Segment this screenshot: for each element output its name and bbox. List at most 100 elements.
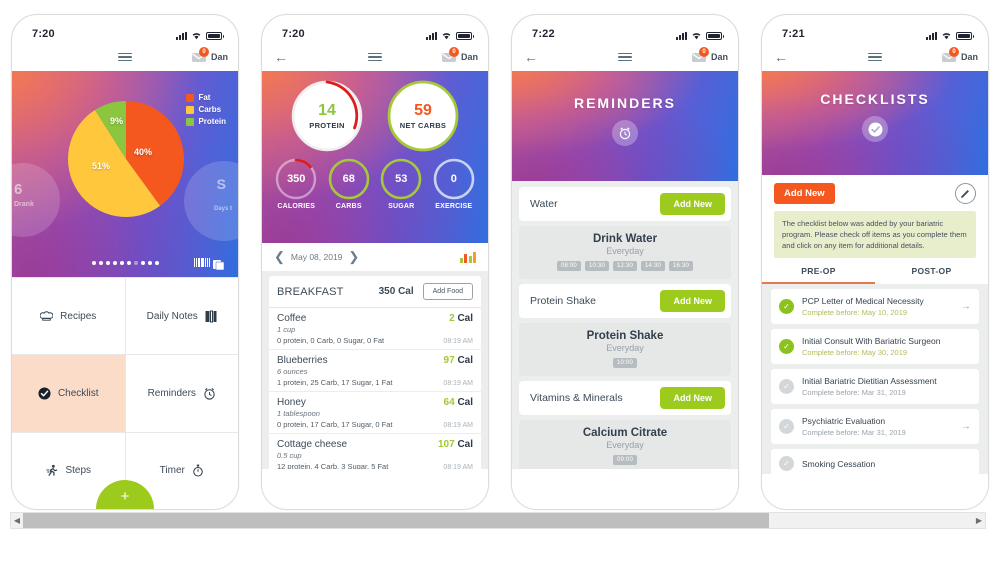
page-title: REMINDERS bbox=[573, 95, 676, 111]
back-button[interactable]: ← bbox=[274, 50, 300, 64]
reminders-list[interactable]: Water Add New Drink Water Everyday 08:00… bbox=[512, 181, 738, 469]
chevron-right-icon[interactable]: → bbox=[955, 421, 971, 432]
ring-net-carbs[interactable]: 59 NET CARBS bbox=[387, 80, 459, 152]
food-log-list[interactable]: BREAKFAST 350 Cal Add Food Coffee 2 Cal … bbox=[262, 271, 488, 469]
check-circle-icon[interactable]: ✓ bbox=[779, 379, 794, 394]
hamburger-menu-icon[interactable] bbox=[868, 52, 882, 62]
horizontal-scrollbar[interactable]: ◀ ▶ bbox=[10, 512, 986, 529]
pencil-icon[interactable] bbox=[955, 183, 976, 204]
user-name[interactable]: Dan bbox=[211, 52, 228, 62]
menu-item-reminders[interactable]: Reminders bbox=[125, 355, 238, 432]
food-cal-unit: Cal bbox=[457, 313, 473, 324]
scrollbar-track[interactable] bbox=[23, 513, 973, 528]
food-item[interactable]: Coffee 2 Cal 1 cup 0 protein, 0 Carb, 0 … bbox=[269, 308, 481, 350]
food-item[interactable]: Blueberries 97 Cal 6 ounces 1 protein, 2… bbox=[269, 350, 481, 392]
page-title: CHECKLISTS bbox=[820, 91, 930, 107]
check-circle-icon[interactable]: ✓ bbox=[779, 299, 794, 314]
chevron-right-icon[interactable]: → bbox=[955, 301, 971, 312]
checklist-item-title: Smoking Cessation bbox=[802, 458, 876, 469]
wifi-icon bbox=[191, 31, 202, 40]
reminder-card[interactable]: Drink Water Everyday 08:00 10:30 12:30 1… bbox=[519, 226, 731, 279]
scroll-right-arrow[interactable]: ▶ bbox=[973, 516, 985, 525]
ring-carbs[interactable]: 68 CARBS bbox=[328, 158, 370, 210]
add-new-reminder-button[interactable]: Add New bbox=[660, 193, 725, 215]
next-day-button[interactable]: ❯ bbox=[348, 249, 359, 265]
ring-carbs-label: CARBS bbox=[335, 203, 362, 210]
status-bar: 7:20 bbox=[262, 15, 488, 43]
small-rings: 350 CALORIES 68 CARBS 53 SUGAR 0 EXERCIS… bbox=[262, 158, 488, 210]
legend-item: Protein bbox=[186, 117, 226, 126]
reminder-card[interactable]: Calcium Citrate Everyday 09:00 bbox=[519, 420, 731, 469]
add-new-reminder-button[interactable]: Add New bbox=[660, 290, 725, 312]
checklist-item[interactable]: ✓ Initial Consult With Bariatric Surgeon… bbox=[771, 329, 979, 364]
prev-day-button[interactable]: ❮ bbox=[274, 249, 285, 265]
checklist-item[interactable]: ✓ Initial Bariatric Dietitian Assessment… bbox=[771, 369, 979, 404]
quick-menu-grid: Recipes Daily Notes Checklist Reminders bbox=[12, 277, 238, 509]
mail-icon[interactable]: 0 bbox=[191, 47, 209, 63]
reminder-title: Protein Shake bbox=[586, 330, 664, 342]
tab-pre-op[interactable]: PRE-OP bbox=[762, 266, 875, 284]
mail-icon[interactable]: 0 bbox=[441, 47, 459, 63]
hamburger-menu-icon[interactable] bbox=[118, 52, 132, 62]
menu-item-daily-notes[interactable]: Daily Notes bbox=[125, 278, 238, 355]
checklist-item[interactable]: ✓ Psychiatric Evaluation Complete before… bbox=[771, 409, 979, 444]
phone-4-checklists: 7:21 ← 0 Dan CHECKLISTS Add New The chec… bbox=[761, 14, 989, 510]
legend-label-fat: Fat bbox=[198, 93, 211, 102]
ring-calories[interactable]: 350 CALORIES bbox=[275, 158, 317, 210]
ring-sugar[interactable]: 53 SUGAR bbox=[380, 158, 422, 210]
checklist-item-title: Initial Consult With Bariatric Surgeon bbox=[802, 336, 941, 346]
mail-icon[interactable]: 0 bbox=[691, 47, 709, 63]
user-name[interactable]: Dan bbox=[961, 52, 978, 62]
scroll-left-arrow[interactable]: ◀ bbox=[11, 516, 23, 525]
reminder-card[interactable]: Protein Shake Everyday 10:00 bbox=[519, 323, 731, 376]
mail-icon[interactable]: 0 bbox=[941, 47, 959, 63]
checklist-item[interactable]: ✓ Smoking Cessation bbox=[771, 449, 979, 474]
cellular-signal-icon bbox=[176, 31, 187, 40]
scrollbar-thumb[interactable] bbox=[23, 513, 769, 528]
checklist-item-title: Initial Bariatric Dietitian Assessment bbox=[802, 376, 937, 386]
checklist-item-due: Complete before: May 10, 2019 bbox=[802, 308, 908, 317]
status-time: 7:20 bbox=[32, 28, 55, 40]
home-indicator-area bbox=[762, 474, 988, 509]
menu-item-checklist[interactable]: Checklist bbox=[12, 355, 125, 432]
stats-chart-icon[interactable] bbox=[459, 251, 476, 263]
checklist-items[interactable]: ✓ PCP Letter of Medical Necessity Comple… bbox=[762, 284, 988, 474]
ghost-left-label: Drank bbox=[14, 201, 34, 208]
ring-exercise[interactable]: 0 EXERCISE bbox=[433, 158, 475, 210]
hamburger-menu-icon[interactable] bbox=[618, 52, 632, 62]
menu-label: Recipes bbox=[60, 310, 97, 322]
meal-header-breakfast: BREAKFAST 350 Cal Add Food bbox=[269, 276, 481, 308]
barcode-scan-control[interactable] bbox=[194, 257, 225, 271]
menu-item-recipes[interactable]: Recipes bbox=[12, 278, 125, 355]
food-quantity: 0.5 cup bbox=[277, 451, 302, 460]
user-name[interactable]: Dan bbox=[711, 52, 728, 62]
checklist-tabs: PRE-OP POST-OP bbox=[762, 258, 988, 284]
add-food-button[interactable]: Add Food bbox=[422, 283, 473, 300]
food-item[interactable]: Cottage cheese 107 Cal 0.5 cup 12 protei… bbox=[269, 434, 481, 469]
reminder-title: Drink Water bbox=[592, 233, 658, 245]
add-new-checklist-button[interactable]: Add New bbox=[774, 183, 835, 204]
notebook-icon bbox=[205, 310, 217, 323]
check-circle-icon[interactable]: ✓ bbox=[779, 339, 794, 354]
back-button[interactable]: ← bbox=[774, 50, 800, 64]
menu-label: Steps bbox=[65, 465, 92, 477]
user-name[interactable]: Dan bbox=[461, 52, 478, 62]
checklist-item[interactable]: ✓ PCP Letter of Medical Necessity Comple… bbox=[771, 289, 979, 324]
food-item[interactable]: Honey 64 Cal 1 tablespoon 0 protein, 17 … bbox=[269, 392, 481, 434]
legend-swatch-carbs bbox=[186, 105, 195, 114]
hamburger-menu-icon[interactable] bbox=[368, 52, 382, 62]
ring-protein-arc bbox=[291, 80, 363, 152]
add-new-reminder-button[interactable]: Add New bbox=[660, 387, 725, 409]
wifi-icon bbox=[441, 31, 452, 40]
check-circle-icon[interactable]: ✓ bbox=[779, 456, 794, 471]
pie-label-fat: 40% bbox=[134, 147, 153, 157]
ring-protein[interactable]: 14 PROTEIN bbox=[291, 80, 363, 152]
ring-calories-label: CALORIES bbox=[277, 203, 316, 210]
reminder-group-header: Water Add New bbox=[519, 187, 731, 221]
status-icons bbox=[176, 31, 224, 40]
check-circle-icon[interactable]: ✓ bbox=[779, 419, 794, 434]
tab-post-op[interactable]: POST-OP bbox=[875, 266, 988, 284]
mail-badge: 0 bbox=[948, 47, 959, 57]
back-button[interactable]: ← bbox=[524, 50, 550, 64]
ring-exercise-value: 0 bbox=[450, 173, 457, 185]
